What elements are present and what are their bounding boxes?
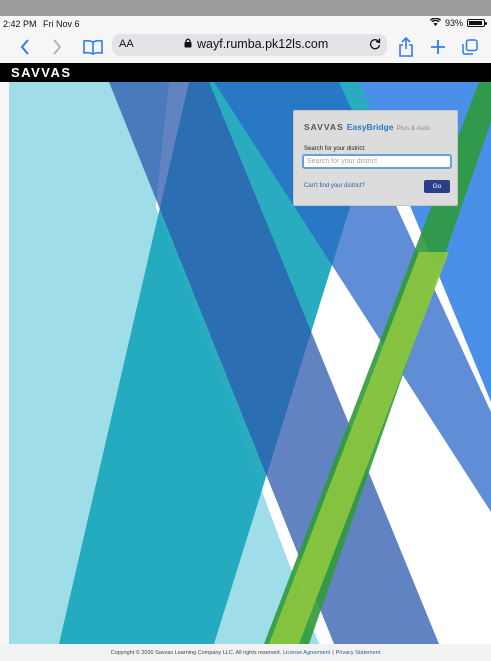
forward-icon[interactable] — [48, 36, 66, 58]
tabs-overview-icon[interactable] — [460, 36, 480, 58]
district-search-input[interactable] — [302, 154, 452, 169]
cant-find-district-link[interactable]: Can't find your district? — [304, 183, 365, 189]
privacy-statement-link[interactable]: Privacy Statement — [336, 650, 381, 656]
status-date: Fri Nov 6 — [43, 19, 80, 29]
savvas-logo: SAVVAS — [11, 65, 72, 80]
status-time-date: 2:42 PM Fri Nov 6 — [3, 19, 80, 29]
card-brand-product: EasyBridge — [346, 122, 394, 132]
share-icon[interactable] — [396, 36, 416, 58]
url-text: wayf.rumba.pk12ls.com — [197, 37, 329, 51]
battery-percent: 93% — [444, 18, 463, 28]
text-size-button[interactable]: AA — [119, 38, 134, 50]
status-bar: 2:42 PM Fri Nov 6 93% — [0, 16, 491, 31]
district-search-card: SAVVAS EasyBridge Plus & Auto Search for… — [293, 110, 458, 206]
search-label: Search for your district: — [304, 146, 366, 152]
go-button[interactable]: Go — [424, 180, 450, 193]
easybridge-logo: SAVVAS EasyBridge Plus & Auto — [304, 122, 430, 132]
battery-icon — [467, 19, 487, 27]
wifi-icon — [429, 17, 442, 28]
card-brand-suffix: Plus & Auto — [396, 125, 431, 132]
bookmarks-icon[interactable] — [82, 36, 104, 58]
copyright-text: Copyright © 2020 Savvas Learning Company… — [110, 649, 282, 656]
card-brand-savvas: SAVVAS — [304, 122, 344, 132]
hero-background: SAVVAS EasyBridge Plus & Auto Search for… — [9, 82, 491, 644]
ipad-screen: 2:42 PM Fri Nov 6 93% AA wayf.rumba.pk12… — [0, 16, 491, 661]
new-tab-icon[interactable] — [428, 36, 448, 58]
lock-icon — [184, 37, 192, 51]
status-right: 93% — [429, 17, 487, 28]
status-time: 2:42 PM — [3, 19, 37, 29]
address-bar[interactable]: AA wayf.rumba.pk12ls.com — [112, 34, 387, 56]
back-icon[interactable] — [16, 36, 34, 58]
url-display[interactable]: wayf.rumba.pk12ls.com — [184, 37, 328, 51]
reload-icon[interactable] — [369, 37, 381, 53]
savvas-header: SAVVAS — [0, 63, 491, 82]
footer-separator: | — [332, 649, 334, 656]
license-agreement-link[interactable]: License Agreement — [283, 650, 330, 656]
footer: Copyright © 2020 Savvas Learning Company… — [0, 644, 491, 661]
